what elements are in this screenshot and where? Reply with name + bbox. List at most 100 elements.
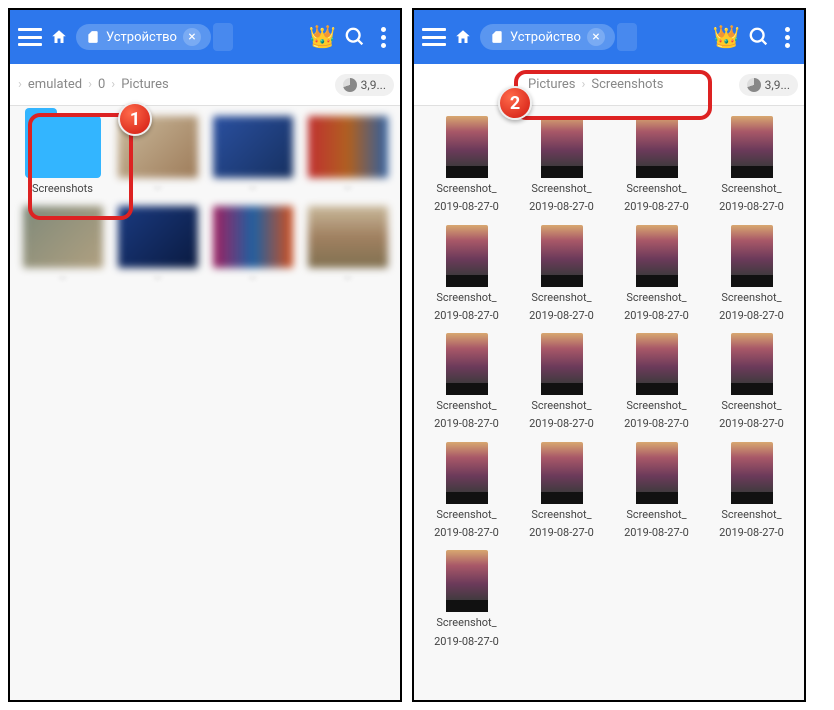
more-icon[interactable] bbox=[778, 27, 796, 48]
thumbnail bbox=[446, 225, 488, 287]
close-icon[interactable]: × bbox=[183, 28, 201, 46]
breadcrumb-item[interactable]: Pictures bbox=[117, 77, 172, 92]
blurred-item[interactable]: — bbox=[18, 206, 107, 286]
chevron-right-icon: › bbox=[86, 77, 94, 92]
tab-device[interactable]: Устройство × bbox=[480, 24, 615, 50]
file-item[interactable]: Screenshot_2019-08-27-0 bbox=[517, 333, 606, 432]
file-item[interactable]: Screenshot_2019-08-27-0 bbox=[517, 442, 606, 541]
file-item[interactable]: Screenshot_2019-08-27-0 bbox=[422, 225, 511, 324]
file-name: Screenshot_ bbox=[531, 182, 591, 196]
thumbnail bbox=[446, 550, 488, 612]
thumbnail bbox=[636, 116, 678, 178]
file-item[interactable]: Screenshot_2019-08-27-0 bbox=[517, 225, 606, 324]
right-screen: Устройство × 👑 Pictures › Screenshots 3,… bbox=[412, 8, 806, 702]
file-item[interactable]: Screenshot_ 2019-08-27-0 bbox=[707, 333, 796, 432]
thumbnail bbox=[213, 116, 293, 178]
thumbnail bbox=[636, 442, 678, 504]
thumbnail bbox=[541, 225, 583, 287]
crown-icon[interactable]: 👑 bbox=[713, 25, 740, 50]
grid-area: Screenshot_ 2019-08-27-0 Screenshot_ 2019-0… bbox=[414, 106, 804, 700]
file-item[interactable]: Screenshot_2019-08-27-0 bbox=[707, 442, 796, 541]
hamburger-icon[interactable] bbox=[422, 28, 446, 46]
file-name: Screenshot_ bbox=[721, 399, 781, 413]
file-date: 2019-08-27-0 bbox=[529, 417, 594, 431]
home-icon[interactable] bbox=[50, 28, 68, 46]
search-icon[interactable] bbox=[748, 26, 770, 48]
thumbnail bbox=[541, 333, 583, 395]
breadcrumb: › emulated › 0 › Pictures bbox=[10, 77, 335, 92]
add-tab[interactable] bbox=[213, 23, 233, 51]
file-date: 2019-08-27-0 bbox=[434, 417, 499, 431]
folder-item[interactable]: Screenshots bbox=[18, 116, 107, 196]
file-item[interactable]: Screenshot_2019-08-27-0 bbox=[612, 225, 701, 324]
thumbnail bbox=[446, 333, 488, 395]
file-name: Screenshot_ bbox=[436, 182, 496, 196]
file-date: 2019-08-27-0 bbox=[434, 635, 499, 649]
search-icon[interactable] bbox=[344, 26, 366, 48]
file-item[interactable]: Screenshot_ 2019-08-27-0 bbox=[422, 116, 511, 215]
file-date: 2019-08-27-0 bbox=[624, 200, 689, 214]
file-item[interactable]: Screenshot_2019-08-27-0 bbox=[612, 442, 701, 541]
file-date: 2019-08-27-0 bbox=[529, 526, 594, 540]
thumbnail bbox=[731, 333, 773, 395]
file-date: 2019-08-27-0 bbox=[719, 309, 784, 323]
thumbnail bbox=[213, 206, 293, 268]
file-name: Screenshot_ bbox=[626, 508, 686, 522]
breadcrumb-item[interactable]: Pictures bbox=[524, 77, 579, 92]
file-name: Screenshot_ bbox=[626, 182, 686, 196]
file-date: 2019-08-27-0 bbox=[719, 417, 784, 431]
blurred-item[interactable]: — bbox=[113, 116, 202, 196]
add-tab[interactable] bbox=[617, 23, 637, 51]
storage-badge[interactable]: 3,9... bbox=[739, 74, 798, 96]
breadcrumb-item[interactable]: 0 bbox=[94, 77, 109, 92]
file-item[interactable]: Screenshot_ 2019-08-27-0 bbox=[517, 116, 606, 215]
blurred-item[interactable]: — bbox=[303, 116, 392, 196]
file-item[interactable]: Screenshot_ 2019-08-27-0 bbox=[422, 333, 511, 432]
tab-region: Устройство × bbox=[76, 23, 301, 51]
blurred-item[interactable]: — bbox=[113, 206, 202, 286]
file-item[interactable]: Screenshot_ 2019-08-27-0 bbox=[422, 550, 511, 649]
storage-badge[interactable]: 3,9... bbox=[335, 74, 394, 96]
storage-text: 3,9... bbox=[765, 78, 790, 92]
file-item[interactable]: Screenshot_2019-08-27-0 bbox=[707, 225, 796, 324]
tab-device[interactable]: Устройство × bbox=[76, 24, 211, 50]
blurred-item[interactable]: — bbox=[208, 206, 297, 286]
more-icon[interactable] bbox=[374, 27, 392, 48]
sd-card-icon bbox=[490, 30, 504, 44]
file-item[interactable]: Screenshot_2019-08-27-0 bbox=[612, 333, 701, 432]
file-date: 2019-08-27-0 bbox=[719, 526, 784, 540]
file-item[interactable]: Screenshot_ 2019-08-27-0 bbox=[612, 116, 701, 215]
file-date: 2019-08-27-0 bbox=[529, 200, 594, 214]
chevron-right-icon: › bbox=[579, 77, 587, 92]
breadcrumb-row: Pictures › Screenshots 3,9... bbox=[414, 64, 804, 106]
toolbar: Устройство × 👑 bbox=[414, 10, 804, 64]
breadcrumb: Pictures › Screenshots bbox=[414, 77, 739, 92]
thumbnail bbox=[731, 225, 773, 287]
sd-card-icon bbox=[86, 30, 100, 44]
blurred-item[interactable]: — bbox=[208, 116, 297, 196]
thumbnail bbox=[731, 116, 773, 178]
crown-icon[interactable]: 👑 bbox=[309, 25, 336, 50]
thumbnail bbox=[636, 333, 678, 395]
thumbnail bbox=[541, 116, 583, 178]
thumbnail bbox=[308, 206, 388, 268]
file-name: Screenshot_ bbox=[436, 616, 496, 630]
close-icon[interactable]: × bbox=[587, 28, 605, 46]
blurred-item[interactable]: — bbox=[303, 206, 392, 286]
file-item[interactable]: Screenshot_2019-08-27-0 bbox=[422, 442, 511, 541]
file-item[interactable]: Screenshot_2019-08-27-0 bbox=[707, 116, 796, 215]
file-date: 2019-08-27-0 bbox=[719, 200, 784, 214]
file-name: Screenshot_ bbox=[626, 291, 686, 305]
home-icon[interactable] bbox=[454, 28, 472, 46]
pie-chart-icon bbox=[343, 78, 357, 92]
thumbnail bbox=[118, 206, 198, 268]
breadcrumb-row: › emulated › 0 › Pictures 3,9... bbox=[10, 64, 400, 106]
hamburger-icon[interactable] bbox=[18, 28, 42, 46]
file-date: 2019-08-27-0 bbox=[434, 200, 499, 214]
file-name: Screenshot_ bbox=[436, 399, 496, 413]
thumbnail bbox=[731, 442, 773, 504]
breadcrumb-item[interactable]: Screenshots bbox=[587, 77, 667, 92]
breadcrumb-item[interactable]: emulated bbox=[24, 77, 86, 92]
file-name: Screenshot_ bbox=[531, 291, 591, 305]
thumbnail bbox=[446, 116, 488, 178]
